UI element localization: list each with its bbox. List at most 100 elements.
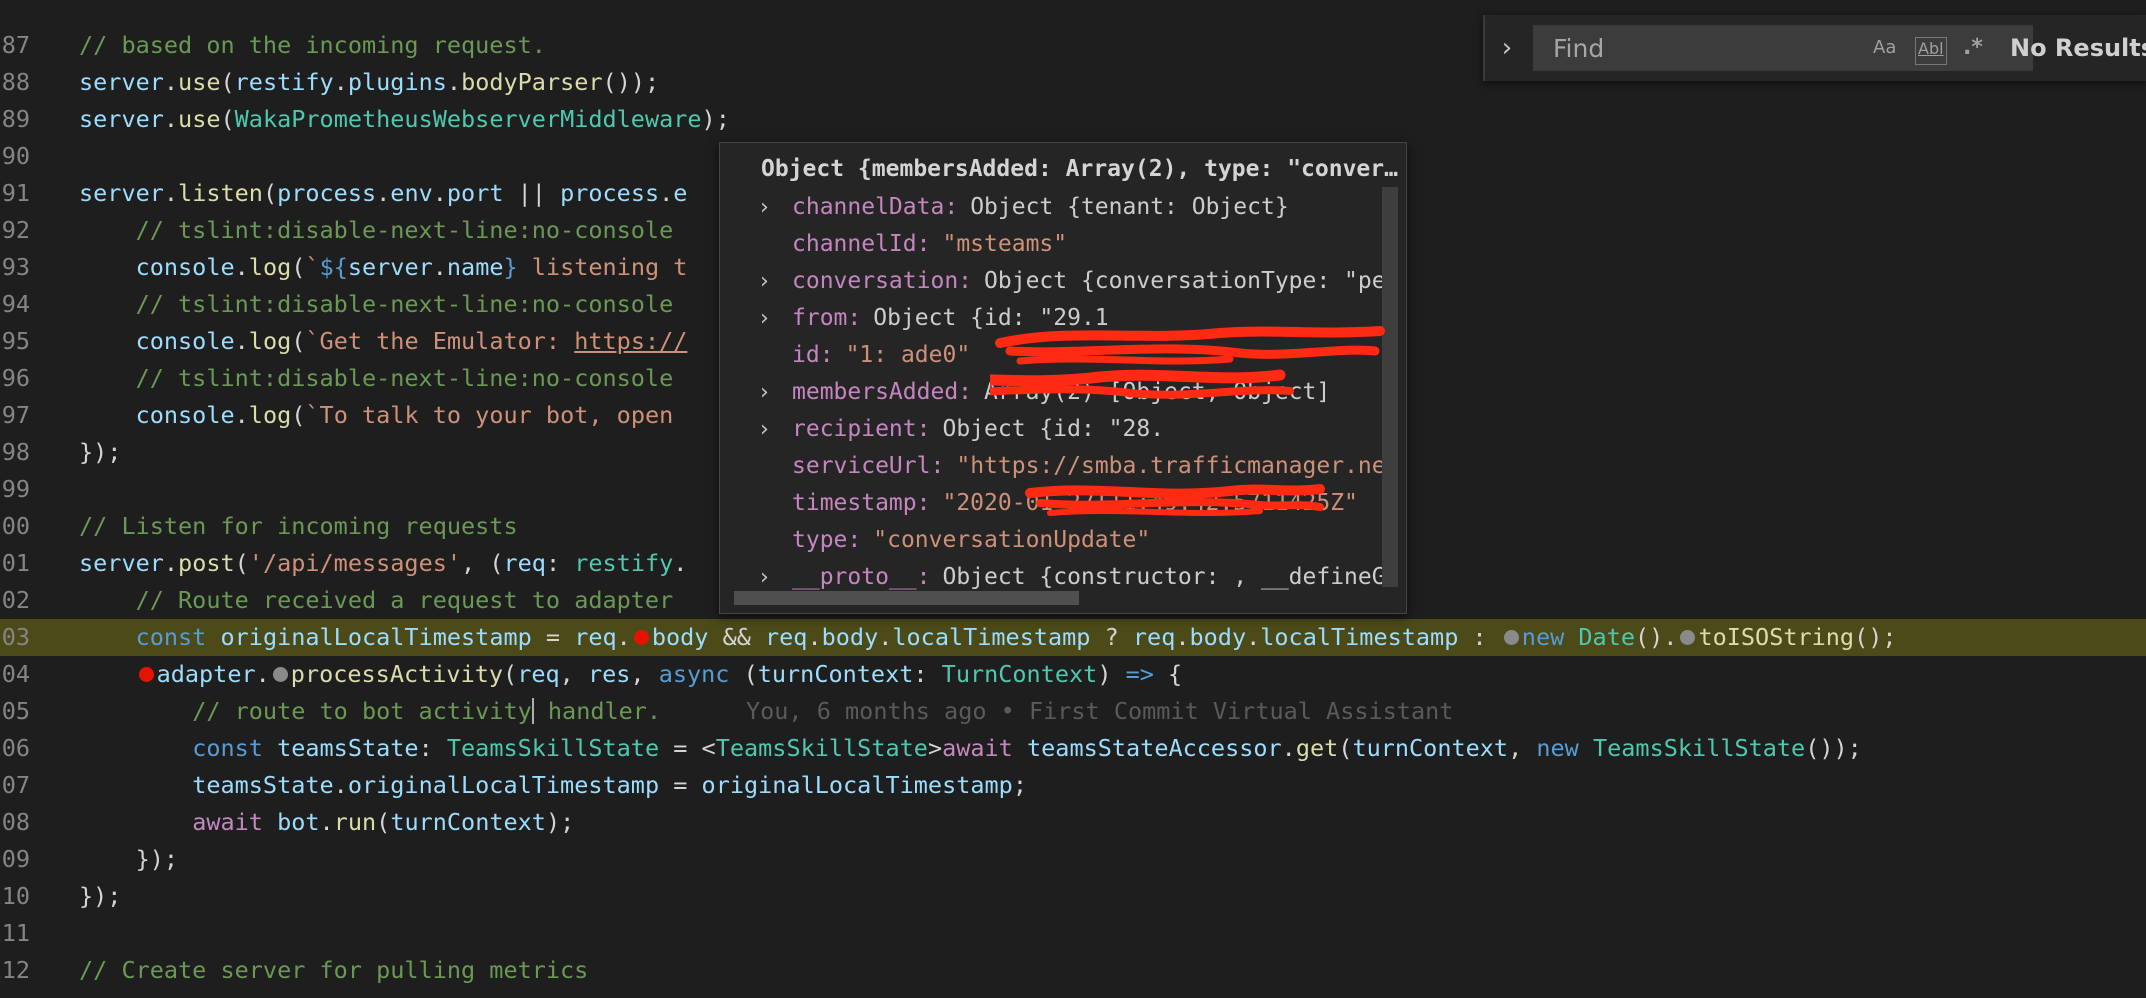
code-line[interactable]: 112 // Create server for pulling metrics [0, 952, 2146, 989]
code-line[interactable]: 106 const teamsState: TeamsSkillState = … [0, 730, 2146, 767]
variable-name: id [792, 337, 834, 374]
variable-name: serviceUrl [792, 448, 944, 485]
code-line[interactable]: 104 adapter.processActivity(req, res, as… [0, 656, 2146, 693]
match-case-icon[interactable]: Aa [1873, 35, 1896, 61]
variable-value: Object {conversationType: "pers [984, 268, 1392, 294]
line-number: 89 [1, 105, 30, 133]
line-number: 99 [1, 475, 30, 503]
hover-variable-row[interactable]: type "conversationUpdate" [720, 522, 1392, 559]
whole-word-icon[interactable]: Abl [1915, 37, 1947, 65]
expand-chevron-icon[interactable]: › [760, 374, 769, 411]
code-text[interactable]: // Create server for pulling metrics [79, 952, 588, 989]
hover-variable-row[interactable]: timestamp "2020-01-27T11:49:42.5711425Z" [720, 485, 1392, 522]
expand-chevron-icon[interactable]: › [760, 263, 769, 300]
line-number: 94 [1, 290, 30, 318]
variable-value-wrap: Object {tenant: Object} [970, 189, 1289, 226]
hover-variable-row[interactable]: › conversation Object {conversationType: "… [720, 263, 1392, 300]
line-number: 97 [1, 401, 30, 429]
toggle-replace-chevron-icon[interactable]: › [1493, 29, 1521, 67]
code-line[interactable]: 111 [0, 915, 2146, 952]
variable-value-wrap: Array(2) [Object, Object] [984, 374, 1330, 411]
code-text[interactable]: server.post('/api/messages', (req: resti… [79, 545, 687, 582]
code-text[interactable]: // tslint:disable-next-line:no-console [79, 212, 674, 249]
code-text[interactable]: // tslint:disable-next-line:no-console [79, 360, 674, 397]
code-text[interactable]: // Listen for incoming requests [79, 508, 518, 545]
variable-value: "conversationUpdate" [873, 527, 1151, 553]
variable-name: channelData [792, 189, 958, 226]
code-text[interactable]: await bot.run(turnContext); [79, 804, 574, 841]
code-text[interactable]: const originalLocalTimestamp = req. body … [79, 619, 1897, 656]
variable-value: Object {id: "28. [942, 416, 1165, 442]
line-number: 102 [0, 586, 30, 614]
line-number: 91 [1, 179, 30, 207]
line-number: 101 [0, 549, 30, 577]
variable-value-wrap: "msteams" [942, 226, 1067, 263]
hover-variable-row[interactable]: channelId "msteams" [720, 226, 1392, 263]
code-text[interactable]: adapter. processActivity(req, res, async … [79, 656, 1182, 693]
code-text[interactable]: // based on the incoming request. [79, 27, 546, 64]
hover-horizontal-scrollbar[interactable] [734, 591, 1079, 605]
hover-variable-row[interactable]: › recipient Object {id: "28. [720, 411, 1392, 448]
variable-value: Object {tenant: Object} [970, 194, 1289, 220]
hover-variable-row[interactable]: id "1: ade0" [720, 337, 1392, 374]
code-text[interactable]: }); [79, 841, 178, 878]
code-line[interactable]: 109 }); [0, 841, 2146, 878]
variable-value-wrap: "1: ade0" [846, 337, 971, 374]
code-line[interactable]: 103 const originalLocalTimestamp = req.b… [0, 619, 2146, 656]
hover-variable-row[interactable]: › membersAdded Array(2) [Object, Object] [720, 374, 1392, 411]
find-input[interactable] [1533, 25, 2033, 71]
hover-vertical-scrollbar[interactable] [1382, 187, 1398, 587]
code-text[interactable]: server.listen(process.env.port || proces… [79, 175, 687, 212]
code-line[interactable]: 108 await bot.run(turnContext); [0, 804, 2146, 841]
line-number: 100 [0, 512, 30, 540]
variable-value: "msteams" [942, 231, 1068, 257]
variable-value: Object {constructor: , __defineGet [942, 564, 1392, 590]
code-text[interactable]: }); [79, 878, 121, 915]
variable-value-wrap: "2020-01-27T11:49:42.5711425Z" [942, 485, 1357, 522]
variable-value-wrap: Object {id: "28. [942, 411, 1164, 448]
line-number: 96 [1, 364, 30, 392]
line-number: 106 [0, 734, 30, 762]
hover-variable-row[interactable]: › from Object {id: "29.1 [720, 300, 1392, 337]
debug-hover-widget[interactable]: Object {membersAdded: Array(2), type: "c… [719, 142, 1407, 614]
code-editor[interactable]: 87 // based on the incoming request. 88 ser… [0, 0, 2146, 998]
expand-chevron-icon[interactable]: › [760, 189, 769, 226]
variable-value: "2020-01-27T11:49:42.5711425Z" [942, 490, 1358, 516]
variable-value: Array(2) [Object, Object] [984, 379, 1331, 405]
hover-variable-row[interactable]: serviceUrl "https://smba.trafficmanager.n… [720, 448, 1392, 485]
hover-title: Object {membersAdded: Array(2), type: "c… [761, 156, 1398, 182]
code-text[interactable]: // Route received a request to adapter [79, 582, 674, 619]
code-text[interactable]: console.log(`To talk to your bot, open [79, 397, 674, 434]
variable-value: "1: ade0" [845, 342, 971, 368]
code-text[interactable]: server.use(WakaPrometheusWebserverMiddle… [79, 101, 730, 138]
code-line[interactable]: 107 teamsState.originalLocalTimestamp = … [0, 767, 2146, 804]
expand-chevron-icon[interactable]: › [760, 411, 769, 448]
regex-icon[interactable]: .* [1963, 35, 1983, 61]
line-number: 90 [1, 142, 30, 170]
expand-chevron-icon[interactable]: › [760, 300, 769, 337]
line-number: 93 [1, 253, 30, 281]
variable-value-wrap: Object {id: "29.1 [873, 300, 1108, 337]
code-line[interactable]: 105 // route to bot activity handler. Yo… [0, 693, 2146, 730]
code-text[interactable]: // tslint:disable-next-line:no-console [79, 286, 674, 323]
code-text[interactable]: }); [79, 434, 121, 471]
variable-value: "https://smba.trafficmanager.net/ [956, 453, 1392, 479]
line-number: 98 [1, 438, 30, 466]
line-number: 88 [1, 68, 30, 96]
variable-name: from [792, 300, 861, 337]
code-line[interactable]: 89 server.use(WakaPrometheusWebserverMidd… [0, 101, 2146, 138]
code-text[interactable]: console.log(`Get the Emulator: https:// [79, 323, 688, 360]
code-text[interactable]: server.use(restify.plugins.bodyParser())… [79, 64, 659, 101]
code-text[interactable]: teamsState.originalLocalTimestamp = orig… [79, 767, 1027, 804]
hover-variable-row[interactable]: › channelData Object {tenant: Object} [720, 189, 1392, 226]
variable-name: recipient [792, 411, 930, 448]
line-number: 108 [0, 808, 30, 836]
code-text[interactable]: // route to bot activity handler. You, 6… [79, 693, 1453, 730]
variable-name: channelId [792, 226, 930, 263]
code-line[interactable]: 110}); [0, 878, 2146, 915]
line-number: 109 [0, 845, 30, 873]
variable-value-wrap: Object {conversationType: "pers [984, 263, 1392, 300]
code-text[interactable]: console.log(`${server.name} listening t [79, 249, 688, 286]
line-number: 87 [1, 31, 30, 59]
code-text[interactable]: const teamsState: TeamsSkillState = <Tea… [79, 730, 1862, 767]
